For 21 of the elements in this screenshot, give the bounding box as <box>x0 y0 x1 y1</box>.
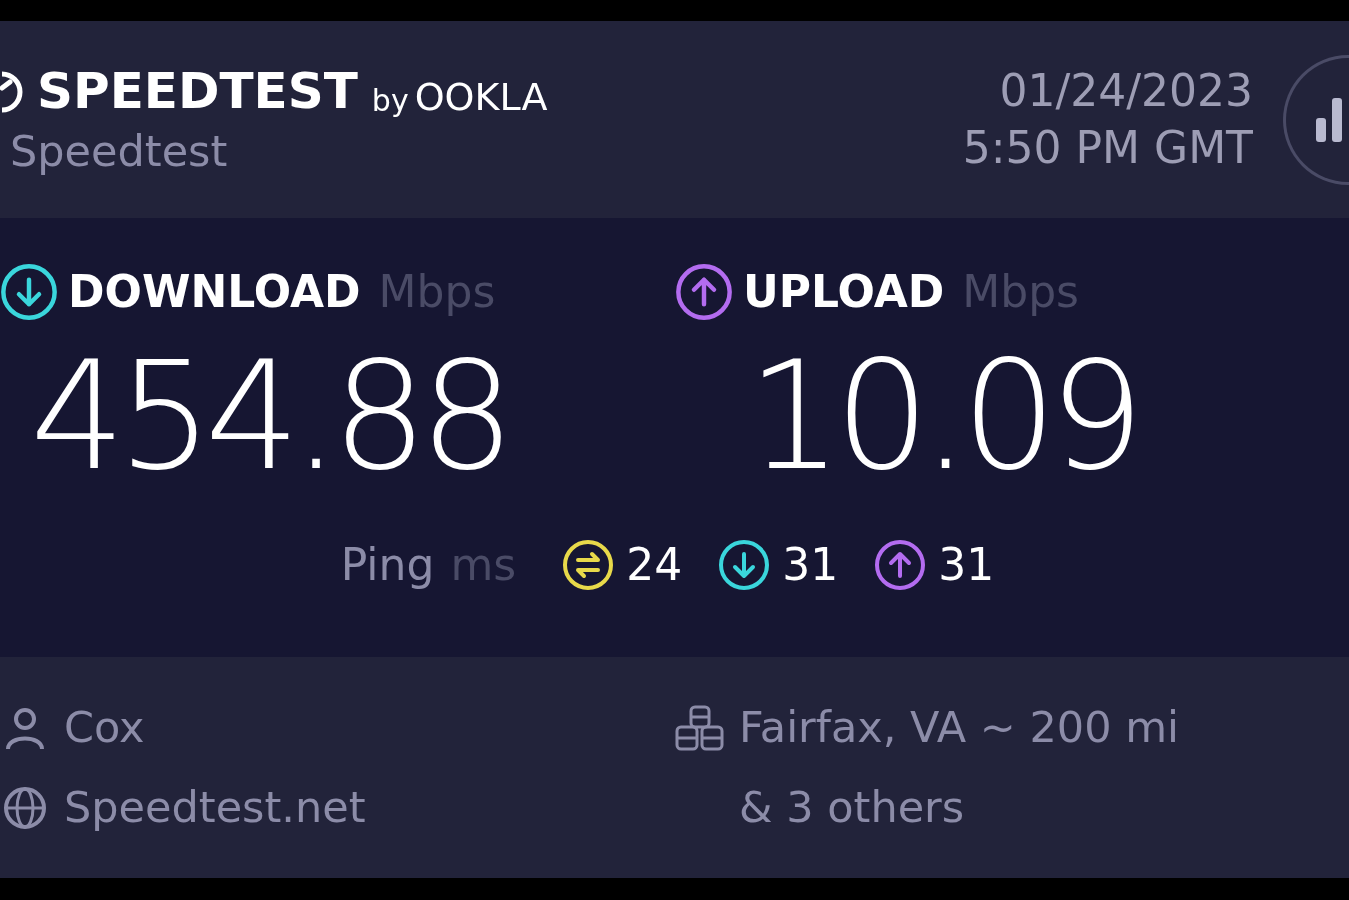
isp-name: Cox <box>64 706 145 749</box>
server-location: Fairfax, VA ~ 200 mi <box>739 706 1180 749</box>
ping-value: 31 <box>782 543 839 587</box>
download-speed: 454.88 <box>29 341 508 491</box>
gauge-icon <box>0 71 23 113</box>
ping-value: 24 <box>626 543 683 587</box>
ping-value: 31 <box>938 543 995 587</box>
other-servers: & 3 others <box>739 786 965 829</box>
upload-speed: 10.09 <box>746 341 1137 491</box>
account-handle: Speedtest <box>9 130 229 173</box>
logo-brand: OOKLA <box>414 78 548 116</box>
upload-label: UPLOAD <box>743 270 945 314</box>
download-label: DOWNLOAD <box>68 270 361 314</box>
test-time: 5:50 PM GMT <box>962 123 1253 172</box>
test-date: 01/24/2023 <box>999 67 1253 116</box>
servers-icon <box>675 704 725 751</box>
logo-byline: by <box>371 86 409 116</box>
host-name: Speedtest.net <box>64 786 366 829</box>
results-button[interactable] <box>1283 54 1349 185</box>
logo-text: SPEEDTEST <box>37 66 358 116</box>
ping-label: Ping <box>340 543 435 587</box>
